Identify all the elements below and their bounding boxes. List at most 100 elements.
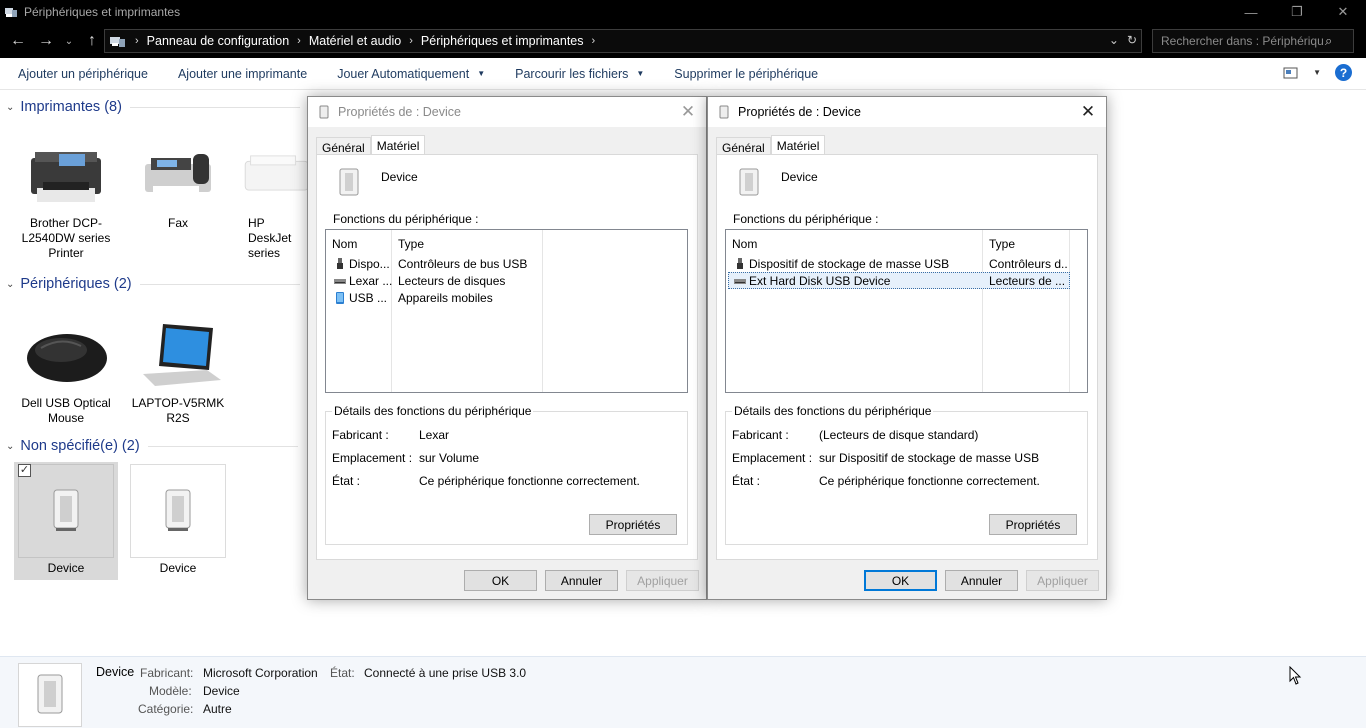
location-value: sur Dispositif de stockage de masse USB (819, 451, 1040, 465)
add-device-button[interactable]: Ajouter un périphérique (18, 67, 148, 81)
view-options-icon[interactable] (1283, 67, 1299, 79)
window-title: Périphériques et imprimantes (24, 5, 181, 19)
device-functions-list[interactable]: Nom Type Dispositif de stockage de masse… (725, 229, 1088, 393)
apply-button[interactable]: Appliquer (626, 570, 699, 591)
properties-button[interactable]: Propriétés (989, 514, 1077, 535)
device-name: Device (96, 665, 135, 679)
device-label: Dell USB Optical Mouse (21, 396, 111, 425)
disk-drive-icon (734, 279, 746, 285)
list-item[interactable]: Dispo... Contrôleurs de bus USB (328, 255, 688, 272)
chevron-right-icon[interactable]: › (135, 35, 139, 47)
address-dropdown-icon[interactable]: ⌄ (1109, 33, 1119, 47)
disk-drive-icon (334, 279, 346, 285)
device-dell-mouse[interactable]: Dell USB Optical Mouse (14, 310, 118, 426)
column-header-name[interactable]: Nom (732, 237, 757, 251)
column-header-type[interactable]: Type (989, 237, 1015, 251)
model-label: Modèle: (149, 684, 192, 698)
device-fax[interactable]: Fax (126, 130, 230, 231)
crumb-devices-printers[interactable]: Périphériques et imprimantes (421, 34, 584, 48)
tab-general[interactable]: Général (316, 137, 371, 155)
state-value: Connecté à une prise USB 3.0 (364, 666, 527, 680)
function-details-group: Détails des fonctions du périphérique Fa… (725, 404, 1088, 545)
list-item[interactable]: Lexar ... Lecteurs de disques (328, 272, 688, 289)
tab-hardware[interactable]: Matériel (370, 135, 426, 155)
search-input[interactable] (1153, 34, 1323, 48)
manufacturer-value: (Lecteurs de disque standard) (819, 428, 979, 442)
add-printer-button[interactable]: Ajouter une imprimante (178, 67, 307, 81)
collapse-chevron-icon[interactable]: ⌄ (6, 441, 14, 452)
breadcrumb[interactable]: › Panneau de configuration › Matériel et… (104, 29, 1142, 53)
list-item[interactable]: USB ... Appareils mobiles (328, 289, 688, 306)
list-item-selected[interactable]: Ext Hard Disk USB Device Lecteurs de ... (728, 272, 1070, 289)
chevron-right-icon[interactable]: › (592, 35, 596, 47)
status-value: Ce périphérique fonctionne correctement. (819, 474, 1040, 488)
collapse-chevron-icon[interactable]: ⌄ (6, 279, 14, 290)
group-label: Non spécifié(e) (2) (20, 438, 140, 454)
device-label: LAPTOP-V5RMK R2S (131, 396, 225, 425)
chevron-right-icon[interactable]: › (297, 35, 301, 47)
device-label: HP DeskJet series (248, 216, 292, 260)
ok-button[interactable]: OK (464, 570, 537, 591)
detail-location: Emplacement : sur Dispositif de stockage … (732, 451, 1040, 465)
browse-files-button[interactable]: Parcourir les fichiers ▼ (515, 67, 644, 81)
collapse-chevron-icon[interactable]: ⌄ (6, 102, 14, 113)
column-header-type[interactable]: Type (398, 237, 424, 251)
details-legend: Détails des fonctions du périphérique (732, 404, 934, 418)
device-hp-deskjet[interactable]: HP DeskJet series (238, 130, 310, 261)
close-icon[interactable]: ✕ (1076, 100, 1100, 124)
function-details-group: Détails des fonctions du périphérique Fa… (325, 404, 688, 545)
details-pane: Device Fabricant: Microsoft Corporation … (0, 656, 1366, 728)
manufacturer-label: Fabricant: (140, 666, 194, 680)
browse-files-label: Parcourir les fichiers (515, 66, 629, 81)
recent-locations-chevron-icon[interactable]: ⌄ (60, 27, 78, 55)
divider (147, 445, 298, 447)
tab-hardware[interactable]: Matériel (770, 135, 826, 155)
apply-button[interactable]: Appliquer (1026, 570, 1099, 591)
tab-panel-hardware: Device Fonctions du périphérique : Nom T… (716, 154, 1098, 560)
device-brother-printer[interactable]: Brother DCP-L2540DW series Printer (14, 130, 118, 261)
column-header-name[interactable]: Nom (332, 237, 357, 251)
properties-button[interactable]: Propriétés (589, 514, 677, 535)
back-arrow-icon[interactable]: ← (4, 27, 32, 55)
restore-button[interactable]: ❐ (1274, 0, 1320, 24)
group-header-peripherals[interactable]: ⌄ Périphériques (2) (6, 276, 300, 292)
manufacturer-value: Lexar (419, 428, 450, 442)
device-functions-list[interactable]: Nom Type Dispo... Contrôleurs de bus USB… (325, 229, 688, 393)
usb-plug-icon (737, 258, 743, 270)
chevron-right-icon[interactable]: › (409, 35, 413, 47)
tab-general[interactable]: Général (716, 137, 771, 155)
function-name: Dispositif de stockage de masse USB (749, 256, 950, 271)
crumb-hardware-sound[interactable]: Matériel et audio (309, 34, 401, 48)
remove-device-button[interactable]: Supprimer le périphérique (674, 67, 818, 81)
device-laptop[interactable]: LAPTOP-V5RMK R2S (126, 310, 230, 426)
dropdown-arrow-icon: ▼ (477, 69, 486, 78)
group-header-printers[interactable]: ⌄ Imprimantes (8) (6, 99, 300, 115)
forward-arrow-icon[interactable]: → (32, 27, 60, 55)
minimize-button[interactable]: — (1228, 0, 1274, 24)
refresh-icon[interactable]: ↻ (1127, 33, 1137, 47)
group-label: Périphériques (2) (20, 276, 132, 292)
dialog-title-bar: Propriétés de : Device ✕ (708, 97, 1106, 127)
up-arrow-icon[interactable]: ↑ (78, 27, 106, 55)
help-icon[interactable]: ? (1335, 64, 1352, 81)
view-dropdown-arrow-icon[interactable]: ▼ (1313, 68, 1321, 77)
crumb-control-panel[interactable]: Panneau de configuration (147, 34, 289, 48)
category-label: Catégorie: (138, 702, 194, 716)
cancel-button[interactable]: Annuler (545, 570, 618, 591)
device-unspecified-1[interactable]: ✓ Device (14, 462, 118, 580)
close-icon[interactable]: ✕ (676, 100, 700, 124)
device-unspecified-2[interactable]: Device (126, 462, 230, 580)
cancel-button[interactable]: Annuler (945, 570, 1018, 591)
list-item[interactable]: Dispositif de stockage de masse USB Cont… (728, 255, 1070, 272)
printer-icon (244, 155, 309, 191)
function-type: Appareils mobiles (398, 290, 493, 305)
group-header-unspecified[interactable]: ⌄ Non spécifié(e) (2) (6, 438, 298, 454)
close-button[interactable]: ✕ (1320, 0, 1366, 24)
search-box[interactable]: ⌕ (1152, 29, 1354, 53)
model-value: Device (203, 684, 240, 698)
search-icon[interactable]: ⌕ (1325, 33, 1332, 49)
ok-button[interactable]: OK (864, 570, 937, 591)
functions-label: Fonctions du périphérique : (733, 212, 879, 226)
device-name: Device (381, 170, 418, 184)
autoplay-button[interactable]: Jouer Automatiquement ▼ (337, 67, 485, 81)
